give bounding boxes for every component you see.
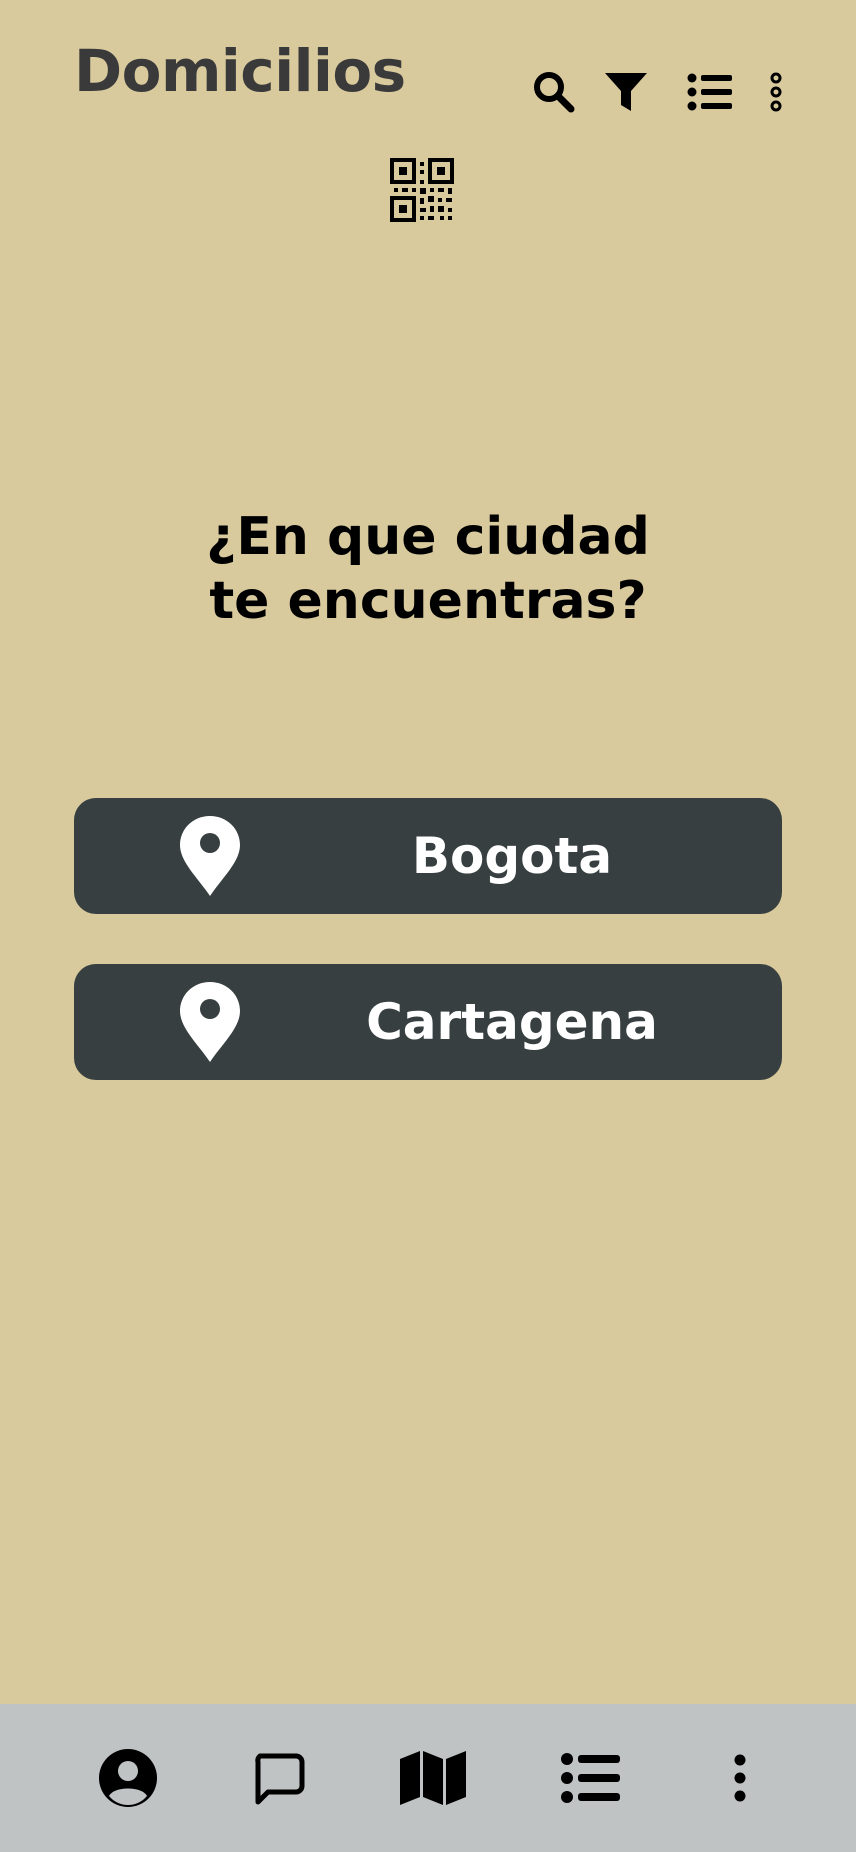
city-question-line-1: ¿En que ciudad [206, 507, 650, 567]
city-question-line-2: te encuentras? [209, 571, 647, 631]
nav-map[interactable] [383, 1704, 483, 1852]
city-button-label: Bogota [411, 827, 613, 885]
more-options-button[interactable] [752, 64, 800, 120]
app-title: Domicilios [74, 37, 406, 105]
map-icon [400, 1751, 466, 1805]
nav-more[interactable] [690, 1704, 790, 1852]
city-button-label: Cartagena [366, 993, 658, 1051]
qr-scan-button[interactable] [390, 158, 454, 222]
list-view-button[interactable] [682, 64, 738, 120]
bottom-navigation [0, 1704, 856, 1852]
list-icon [687, 73, 732, 111]
search-icon [534, 72, 575, 113]
search-button[interactable] [526, 64, 582, 120]
nav-profile[interactable] [78, 1704, 178, 1852]
more-vertical-icon [770, 72, 782, 112]
more-vertical-icon [734, 1754, 746, 1802]
profile-icon [99, 1749, 157, 1807]
city-question: ¿En que ciudad te encuentras? [0, 505, 856, 633]
map-pin-icon [180, 982, 240, 1062]
nav-chat[interactable] [228, 1704, 328, 1852]
chat-icon [255, 1753, 305, 1805]
city-button-cartagena[interactable]: Cartagena [74, 964, 782, 1080]
map-pin-icon [180, 816, 240, 896]
qr-code-icon [390, 158, 454, 222]
city-button-bogota[interactable]: Bogota [74, 798, 782, 914]
filter-icon [605, 73, 647, 111]
list-icon [561, 1753, 620, 1803]
nav-list[interactable] [541, 1704, 641, 1852]
filter-button[interactable] [598, 64, 654, 120]
